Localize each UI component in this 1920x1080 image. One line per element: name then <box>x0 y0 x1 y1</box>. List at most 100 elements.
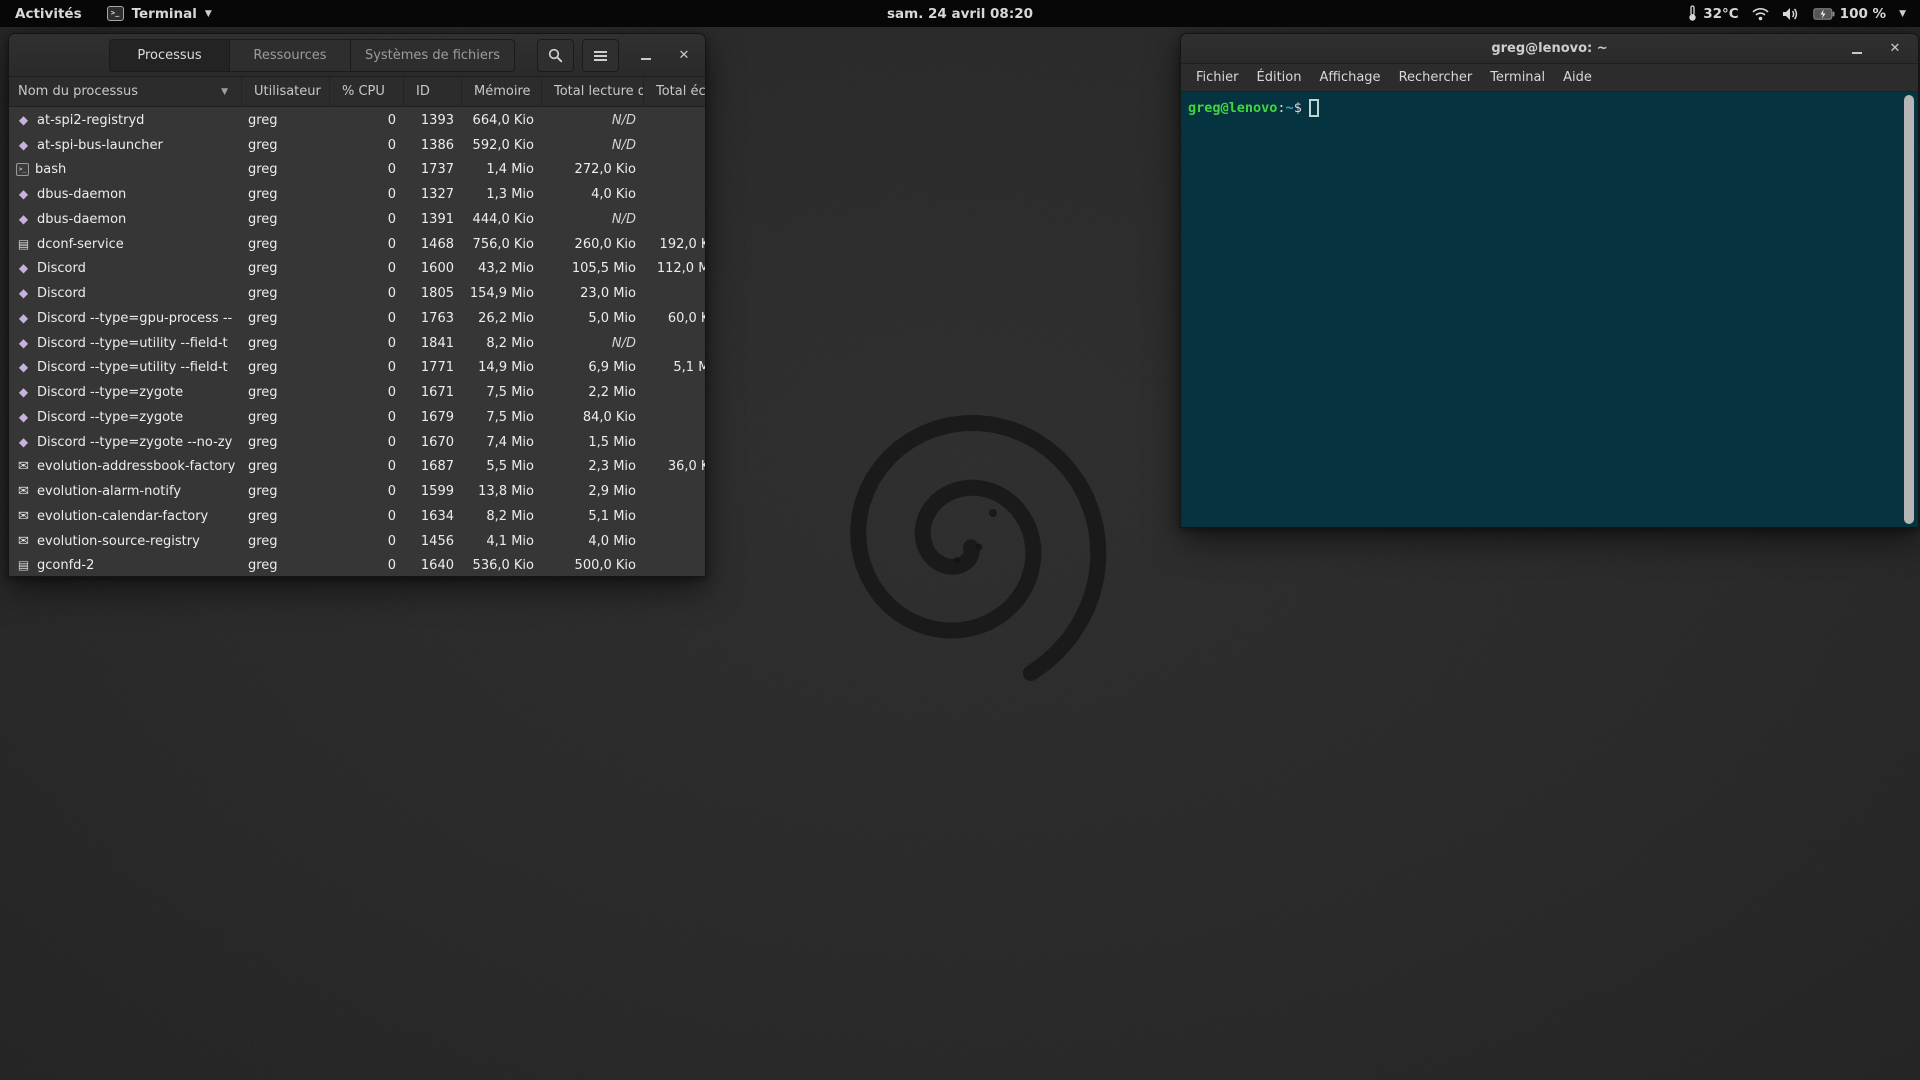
process-row[interactable]: ◆ Discord --type=utility --field-t greg … <box>9 356 705 381</box>
process-row[interactable]: ✉ evolution-addressbook-factory greg 0 1… <box>9 455 705 480</box>
menu-affichage[interactable]: Affichage <box>1310 64 1389 91</box>
process-memory: 7,4 Mio <box>461 435 541 450</box>
process-cpu: 0 <box>329 534 403 549</box>
menu-aide[interactable]: Aide <box>1554 64 1601 91</box>
process-row[interactable]: ✉ evolution-alarm-notify greg 0 1599 13,… <box>9 479 705 504</box>
search-button[interactable] <box>537 39 574 72</box>
process-id: 1393 <box>403 113 461 128</box>
process-name: evolution-addressbook-factory <box>37 459 235 474</box>
column-header-memory[interactable]: Mémoire <box>461 77 541 106</box>
terminal-title: greg@lenovo: ~ <box>1491 41 1607 56</box>
close-button[interactable]: ✕ <box>1882 34 1908 63</box>
process-row[interactable]: ✉ evolution-calendar-factory greg 0 1634… <box>9 504 705 529</box>
minimize-icon <box>1852 52 1862 54</box>
process-id: 1671 <box>403 385 461 400</box>
settings-icon: ▤ <box>16 237 31 252</box>
process-row[interactable]: ▤ gconfd-2 greg 0 1640 536,0 Kio 500,0 K… <box>9 554 705 577</box>
process-row[interactable]: ◆ dbus-daemon greg 0 1327 1,3 Mio 4,0 Ki… <box>9 182 705 207</box>
close-icon: ✕ <box>1890 41 1901 56</box>
process-user: greg <box>241 509 329 524</box>
top-bar: Activités >_ Terminal ▼ sam. 24 avril 08… <box>0 0 1920 27</box>
app-menu-label: Terminal <box>132 6 197 22</box>
process-name: evolution-calendar-factory <box>37 509 208 524</box>
terminal-scrollbar[interactable] <box>1903 95 1916 524</box>
process-user: greg <box>241 410 329 425</box>
terminal-content[interactable]: greg@lenovo:~$ <box>1181 93 1918 527</box>
wifi-icon <box>1752 7 1769 21</box>
system-status-area[interactable]: 32°C 100 % ▼ <box>1687 0 1920 27</box>
scrollbar-thumb[interactable] <box>1904 95 1914 524</box>
process-disk-read: N/D <box>541 113 643 128</box>
minimize-button[interactable] <box>633 34 659 76</box>
process-user: greg <box>241 162 329 177</box>
desktop[interactable]: Activités >_ Terminal ▼ sam. 24 avril 08… <box>0 0 1920 1080</box>
column-header-cpu[interactable]: % CPU <box>329 77 403 106</box>
process-row[interactable]: ◆ Discord --type=zygote greg 0 1679 7,5 … <box>9 405 705 430</box>
column-header-name[interactable]: Nom du processus ▼ <box>9 77 241 106</box>
settings-icon: ▤ <box>16 558 31 573</box>
process-disk-read: 4,0 Mio <box>541 534 643 549</box>
process-name: dbus-daemon <box>37 212 126 227</box>
column-header-disk-write[interactable]: Total écriture disque <box>643 77 705 106</box>
process-memory: 1,4 Mio <box>461 162 541 177</box>
process-row[interactable]: ◆ Discord --type=zygote greg 0 1671 7,5 … <box>9 380 705 405</box>
column-header-id[interactable]: ID <box>403 77 461 106</box>
envelope-icon: ✉ <box>16 484 31 499</box>
minimize-button[interactable] <box>1844 34 1870 63</box>
process-row[interactable]: ◆ Discord --type=gpu-process -- greg 0 1… <box>9 306 705 331</box>
process-memory: 8,2 Mio <box>461 509 541 524</box>
search-icon <box>548 48 563 63</box>
process-row[interactable]: ◆ Discord greg 0 1805 154,9 Mio 23,0 Mio <box>9 281 705 306</box>
process-name: evolution-alarm-notify <box>37 484 181 499</box>
process-disk-read: 5,0 Mio <box>541 311 643 326</box>
process-cpu: 0 <box>329 286 403 301</box>
tab-processus[interactable]: Processus <box>109 39 230 72</box>
process-cpu: 0 <box>329 237 403 252</box>
process-cpu: 0 <box>329 261 403 276</box>
process-disk-read: 6,9 Mio <box>541 360 643 375</box>
clock[interactable]: sam. 24 avril 08:20 <box>887 0 1033 27</box>
process-user: greg <box>241 435 329 450</box>
process-cpu: 0 <box>329 212 403 227</box>
process-row[interactable]: ◆ at-spi-bus-launcher greg 0 1386 592,0 … <box>9 133 705 158</box>
process-row[interactable]: ◆ at-spi2-registryd greg 0 1393 664,0 Ki… <box>9 108 705 133</box>
process-row[interactable]: ▤ dconf-service greg 0 1468 756,0 Kio 26… <box>9 232 705 257</box>
menu-edition[interactable]: Édition <box>1248 64 1311 91</box>
terminal-titlebar[interactable]: greg@lenovo: ~ ✕ <box>1181 34 1918 64</box>
tab-systemes-de-fichiers[interactable]: Systèmes de fichiers <box>350 39 515 72</box>
system-monitor-headerbar[interactable]: Processus Ressources Systèmes de fichier… <box>9 34 705 77</box>
activities-button[interactable]: Activités <box>0 0 97 27</box>
process-id: 1600 <box>403 261 461 276</box>
process-disk-read: 5,1 Mio <box>541 509 643 524</box>
process-id: 1386 <box>403 138 461 153</box>
process-name: Discord --type=zygote --no-zy <box>37 435 232 450</box>
process-name: at-spi2-registryd <box>37 113 144 128</box>
close-button[interactable]: ✕ <box>671 34 697 76</box>
process-cpu: 0 <box>329 385 403 400</box>
process-row[interactable]: ✉ evolution-source-registry greg 0 1456 … <box>9 529 705 554</box>
primary-menu-button[interactable] <box>582 39 619 72</box>
diamond-icon: ◆ <box>16 113 31 128</box>
process-cpu: 0 <box>329 360 403 375</box>
process-cpu: 0 <box>329 187 403 202</box>
tab-ressources[interactable]: Ressources <box>229 39 351 72</box>
menu-terminal[interactable]: Terminal <box>1481 64 1554 91</box>
process-row[interactable]: ◆ dbus-daemon greg 0 1391 444,0 Kio N/D <box>9 207 705 232</box>
column-header-disk-read[interactable]: Total lecture disque <box>541 77 643 106</box>
column-header-user[interactable]: Utilisateur <box>241 77 329 106</box>
process-user: greg <box>241 534 329 549</box>
diamond-icon: ◆ <box>16 360 31 375</box>
diamond-icon: ◆ <box>16 286 31 301</box>
process-row[interactable]: ◆ Discord --type=utility --field-t greg … <box>9 331 705 356</box>
menu-fichier[interactable]: Fichier <box>1187 64 1248 91</box>
menu-rechercher[interactable]: Rechercher <box>1390 64 1482 91</box>
process-memory: 5,5 Mio <box>461 459 541 474</box>
process-row[interactable]: >_ bash greg 0 1737 1,4 Mio 272,0 Kio <box>9 158 705 183</box>
app-menu-button[interactable]: >_ Terminal ▼ <box>97 0 222 27</box>
process-row[interactable]: ◆ Discord greg 0 1600 43,2 Mio 105,5 Mio… <box>9 257 705 282</box>
view-switcher: Processus Ressources Systèmes de fichier… <box>109 39 515 72</box>
process-row[interactable]: ◆ Discord --type=zygote --no-zy greg 0 1… <box>9 430 705 455</box>
process-disk-read: 105,5 Mio <box>541 261 643 276</box>
process-id: 1670 <box>403 435 461 450</box>
process-cpu: 0 <box>329 162 403 177</box>
